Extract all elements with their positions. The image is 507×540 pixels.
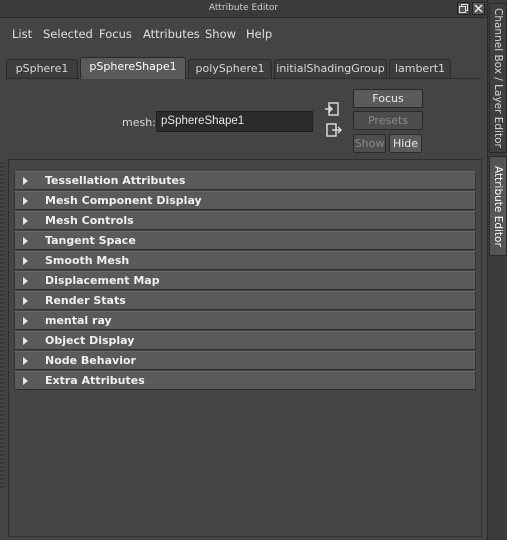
section-label: Render Stats <box>45 294 126 307</box>
section-smooth-mesh[interactable]: Smooth Mesh <box>14 251 476 270</box>
expand-arrow-icon <box>23 257 28 265</box>
tab-polysphere1[interactable]: polySphere1 <box>188 59 272 78</box>
title-bar: Attribute Editor <box>0 0 487 18</box>
float-window-button[interactable] <box>457 2 470 15</box>
section-label: Node Behavior <box>45 354 136 367</box>
tab-lambert1[interactable]: lambert1 <box>389 59 451 78</box>
section-mesh-component-display[interactable]: Mesh Component Display <box>14 191 476 210</box>
section-node-behavior[interactable]: Node Behavior <box>14 351 476 370</box>
node-tabs: pSphere1 pSphereShape1 polySphere1 initi… <box>6 57 481 79</box>
section-mesh-controls[interactable]: Mesh Controls <box>14 211 476 230</box>
section-label: Object Display <box>45 334 135 347</box>
node-type-label: mesh: <box>122 116 156 129</box>
menu-bar: List Selected Focus Attributes Show Help <box>0 19 487 47</box>
section-label: Smooth Mesh <box>45 254 130 267</box>
section-label: Tessellation Attributes <box>45 174 186 187</box>
expand-arrow-icon <box>23 237 28 245</box>
expand-arrow-icon <box>23 337 28 345</box>
side-tab-bar: Channel Box / Layer Editor Attribute Edi… <box>487 0 507 540</box>
section-extra-attributes[interactable]: Extra Attributes <box>14 371 476 390</box>
section-label: Displacement Map <box>45 274 160 287</box>
go-to-input-icon[interactable] <box>324 102 340 116</box>
tab-psphere1[interactable]: pSphere1 <box>6 59 78 78</box>
hide-button[interactable]: Hide <box>389 134 422 153</box>
tab-initialshadinggroup[interactable]: initialShadingGroup <box>274 59 387 78</box>
menu-attributes[interactable]: Attributes <box>143 27 200 41</box>
focus-button[interactable]: Focus <box>353 89 423 108</box>
expand-arrow-icon <box>23 317 28 325</box>
section-tangent-space[interactable]: Tangent Space <box>14 231 476 250</box>
menu-focus[interactable]: Focus <box>99 27 132 41</box>
go-to-output-icon[interactable] <box>326 123 342 137</box>
expand-arrow-icon <box>23 357 28 365</box>
show-button[interactable]: Show <box>353 134 386 153</box>
section-label: Mesh Component Display <box>45 194 202 207</box>
tab-channel-box-layer-editor[interactable]: Channel Box / Layer Editor <box>489 3 507 153</box>
expand-arrow-icon <box>23 377 28 385</box>
section-label: Tangent Space <box>45 234 136 247</box>
menu-list[interactable]: List <box>12 27 32 41</box>
expand-arrow-icon <box>23 277 28 285</box>
section-label: Mesh Controls <box>45 214 134 227</box>
section-label: Extra Attributes <box>45 374 145 387</box>
expand-arrow-icon <box>23 197 28 205</box>
menu-selected[interactable]: Selected <box>43 27 93 41</box>
presets-button[interactable]: Presets <box>353 111 423 130</box>
tab-label: Channel Box / Layer Editor <box>492 8 504 148</box>
window-title: Attribute Editor <box>208 3 279 13</box>
section-object-display[interactable]: Object Display <box>14 331 476 350</box>
expand-arrow-icon <box>23 177 28 185</box>
menu-show[interactable]: Show <box>205 27 236 41</box>
menu-help[interactable]: Help <box>246 27 272 41</box>
tab-attribute-editor[interactable]: Attribute Editor <box>489 156 507 256</box>
section-tessellation-attributes[interactable]: Tessellation Attributes <box>14 171 476 190</box>
panel-resize-grip[interactable] <box>0 160 5 490</box>
close-window-button[interactable] <box>472 2 485 15</box>
expand-arrow-icon <box>23 297 28 305</box>
section-displacement-map[interactable]: Displacement Map <box>14 271 476 290</box>
node-name-field[interactable]: pSphereShape1 <box>156 111 313 132</box>
tab-psphereshape1[interactable]: pSphereShape1 <box>80 57 186 79</box>
section-render-stats[interactable]: Render Stats <box>14 291 476 310</box>
expand-arrow-icon <box>23 217 28 225</box>
float-icon <box>459 4 468 13</box>
close-icon <box>474 4 483 13</box>
section-label: mental ray <box>45 314 112 327</box>
section-mental-ray[interactable]: mental ray <box>14 311 476 330</box>
tab-label: Attribute Editor <box>492 165 504 247</box>
